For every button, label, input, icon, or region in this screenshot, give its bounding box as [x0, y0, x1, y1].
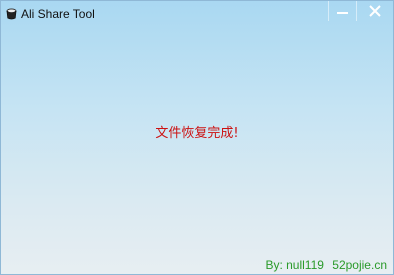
title-bar[interactable]: Ali Share Tool: [1, 1, 393, 25]
teacup-icon: [6, 7, 17, 20]
app-window: Ali Share Tool 文件恢复完成! By: null119 52poj…: [0, 0, 394, 275]
author-label: By: null119: [265, 258, 324, 272]
footer-credits: By: null119 52pojie.cn: [265, 258, 387, 272]
window-title: Ali Share Tool: [21, 7, 95, 21]
status-message: 文件恢复完成!: [155, 126, 239, 141]
site-link[interactable]: 52pojie.cn: [332, 258, 387, 272]
close-button[interactable]: [356, 1, 393, 21]
minimize-button[interactable]: [328, 1, 357, 21]
